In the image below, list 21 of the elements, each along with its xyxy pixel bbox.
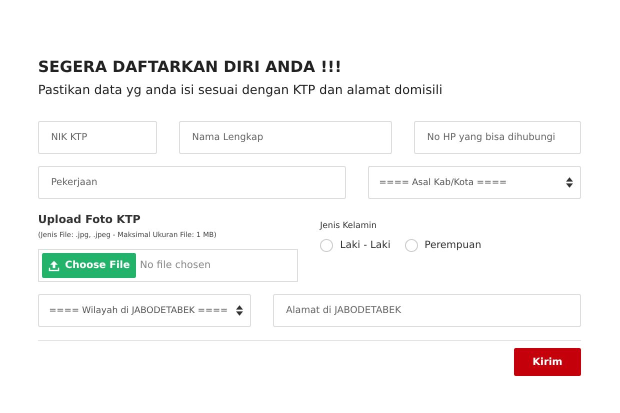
page-subheading: Pastikan data yg anda isi sesuai dengan KTP dan alamat domisili — [38, 82, 444, 97]
file-status: No file chosen — [140, 260, 211, 271]
upload-icon — [48, 260, 60, 272]
radio-label[interactable]: Perempuan — [424, 240, 482, 251]
radio-label[interactable]: Laki - Laki — [340, 240, 391, 251]
page-heading: SEGERA DAFTARKAN DIRI ANDA !!! — [38, 58, 343, 76]
radio-button[interactable] — [320, 239, 333, 252]
radio-button[interactable] — [404, 239, 418, 252]
input-field[interactable]: NIK KTP — [38, 121, 157, 154]
sort-arrows-icon — [236, 305, 243, 316]
input-field[interactable]: No HP yang bisa dihubungi — [414, 121, 581, 154]
submit-button[interactable]: Kirim — [514, 348, 581, 376]
input-field[interactable]: Nama Lengkap — [179, 121, 392, 154]
file-input[interactable]: Choose File No file chosen — [38, 249, 298, 282]
input-field[interactable]: Pekerjaan — [38, 166, 346, 199]
select-field[interactable]: ==== Wilayah di JABODETABEK ==== — [38, 294, 251, 327]
input-field[interactable]: Alamat di JABODETABEK — [273, 294, 581, 327]
gender-label: Jenis Kelamin — [320, 221, 378, 231]
upload-label: Upload Foto KTP — [38, 213, 142, 226]
sort-arrows-icon — [566, 177, 573, 188]
select-field[interactable]: ==== Asal Kab/Kota ==== — [368, 166, 581, 199]
